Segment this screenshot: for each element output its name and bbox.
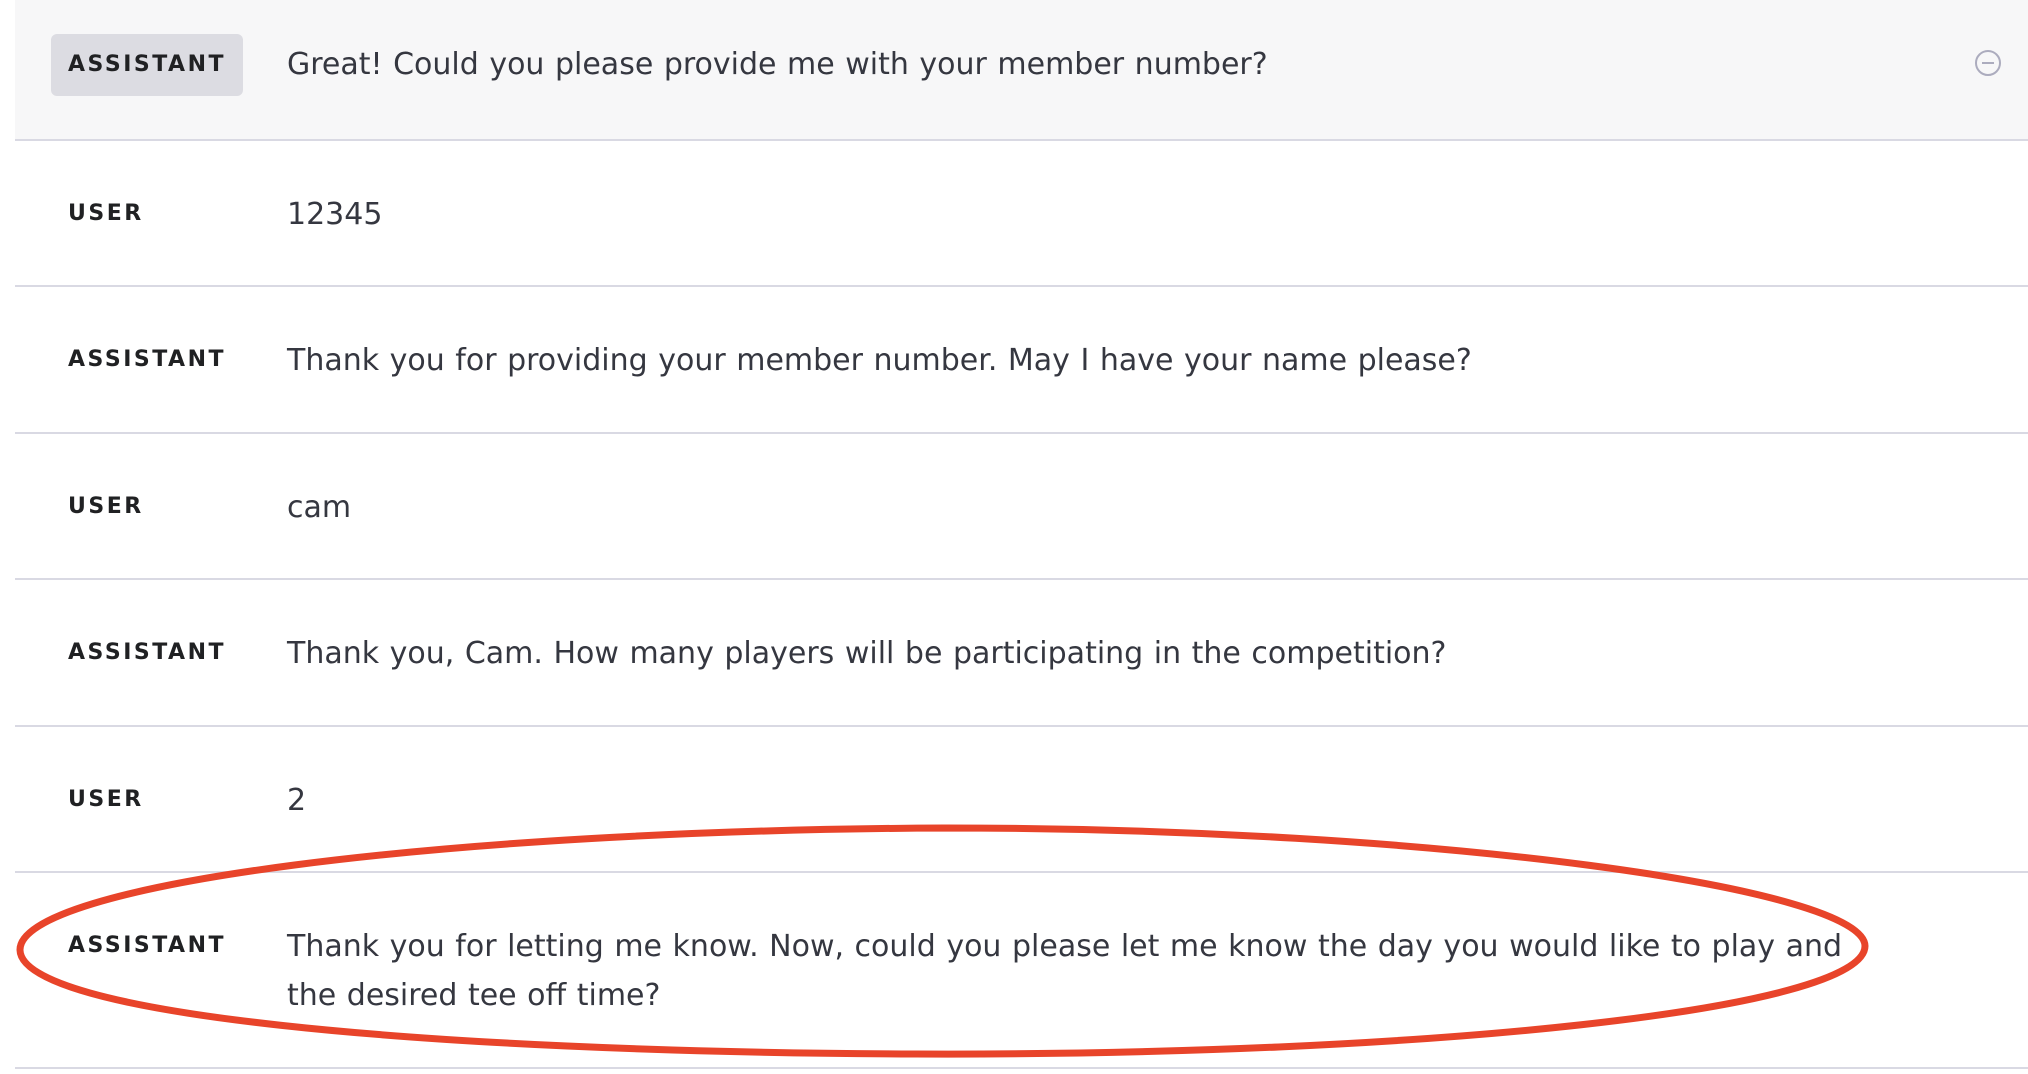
message-content[interactable]: Thank you, Cam. How many players will be… [287, 629, 1868, 678]
role-toggle-button[interactable]: USER [51, 183, 161, 245]
minus-circle-icon[interactable] [1975, 50, 2001, 76]
message-content[interactable]: Thank you for providing your member numb… [287, 336, 1868, 385]
message-content[interactable]: cam [287, 483, 1868, 532]
message-content[interactable]: Great! Could you please provide me with … [287, 40, 1868, 89]
role-toggle-button[interactable]: ASSISTANT [51, 329, 243, 391]
role-toggle-button[interactable]: ASSISTANT [51, 915, 243, 977]
message-content[interactable]: 12345 [287, 190, 1868, 239]
message-row[interactable]: ASSISTANT Thank you, Cam. How many playe… [15, 580, 2028, 727]
message-content[interactable]: Thank you for letting me know. Now, coul… [287, 922, 1868, 1020]
message-row[interactable]: USER 2 [15, 727, 2028, 873]
message-row[interactable]: ASSISTANT Great! Could you please provid… [15, 0, 2028, 141]
role-toggle-button[interactable]: USER [51, 769, 161, 831]
role-toggle-button[interactable]: ASSISTANT [51, 34, 244, 96]
role-toggle-button[interactable]: ASSISTANT [51, 622, 243, 684]
message-row[interactable]: ASSISTANT Thank you for providing your m… [15, 287, 2028, 434]
message-content[interactable]: 2 [287, 776, 1868, 825]
chat-thread: ASSISTANT Great! Could you please provid… [15, 0, 2028, 1069]
role-toggle-button[interactable]: USER [51, 476, 161, 538]
message-row[interactable]: USER 12345 [15, 141, 2028, 287]
message-row[interactable]: USER cam [15, 434, 2028, 580]
message-row[interactable]: ASSISTANT Thank you for letting me know.… [15, 873, 2028, 1069]
